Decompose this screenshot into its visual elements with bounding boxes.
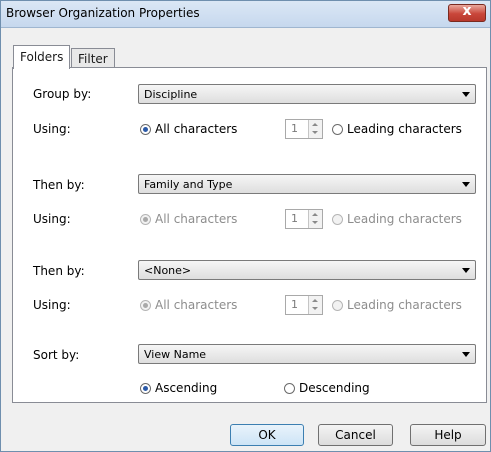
chevron-down-icon xyxy=(462,92,470,97)
then-by-select-2[interactable]: <None> xyxy=(138,260,476,280)
close-icon: x xyxy=(462,3,472,19)
then-by-value-1: Family and Type xyxy=(144,178,233,191)
then-by-label-1: Then by: xyxy=(33,178,85,192)
using-label-2: Using: xyxy=(33,212,71,226)
tab-folders[interactable]: Folders xyxy=(13,45,71,69)
then-by-select-1[interactable]: Family and Type xyxy=(138,174,476,194)
title-bar: Browser Organization Properties x xyxy=(1,1,490,28)
ascending-label: Ascending xyxy=(155,381,218,395)
sort-by-value: View Name xyxy=(144,348,207,361)
spinner-arrows-icon[interactable] xyxy=(308,120,322,138)
character-count-spinner-2[interactable]: 1 xyxy=(285,209,323,229)
leading-characters-label-1: Leading characters xyxy=(347,122,462,136)
character-count-value-1: 1 xyxy=(291,122,298,135)
leading-characters-label-3: Leading characters xyxy=(347,298,462,312)
window-title: Browser Organization Properties xyxy=(6,6,200,20)
then-by-value-2: <None> xyxy=(144,264,192,277)
leading-characters-label-2: Leading characters xyxy=(347,212,462,226)
chevron-down-icon xyxy=(462,268,470,273)
spinner-arrows-icon[interactable] xyxy=(308,210,322,228)
descending-label: Descending xyxy=(299,381,370,395)
character-count-spinner-1[interactable]: 1 xyxy=(285,119,323,139)
then-by-label-2: Then by: xyxy=(33,264,85,278)
leading-characters-radio-1[interactable] xyxy=(332,124,343,135)
descending-radio[interactable] xyxy=(284,383,295,394)
character-count-value-3: 1 xyxy=(291,298,298,311)
sort-by-label: Sort by: xyxy=(33,348,80,362)
all-characters-radio-2[interactable] xyxy=(140,214,151,225)
all-characters-label-3: All characters xyxy=(155,298,238,312)
all-characters-label-2: All characters xyxy=(155,212,238,226)
chevron-down-icon xyxy=(462,352,470,357)
all-characters-label-1: All characters xyxy=(155,122,238,136)
using-label-3: Using: xyxy=(33,298,71,312)
all-characters-radio-1[interactable] xyxy=(140,124,151,135)
sort-by-select[interactable]: View Name xyxy=(138,344,476,364)
all-characters-radio-3[interactable] xyxy=(140,300,151,311)
character-count-spinner-3[interactable]: 1 xyxy=(285,295,323,315)
using-label-1: Using: xyxy=(33,122,71,136)
spinner-arrows-icon[interactable] xyxy=(308,296,322,314)
tab-folders-label: Folders xyxy=(20,50,64,64)
cancel-button[interactable]: Cancel xyxy=(318,424,393,446)
character-count-value-2: 1 xyxy=(291,212,298,225)
group-by-label: Group by: xyxy=(33,87,92,101)
tab-filter[interactable]: Filter xyxy=(71,48,115,68)
close-button[interactable]: x xyxy=(448,3,486,22)
group-by-value: Discipline xyxy=(144,88,198,101)
leading-characters-radio-2[interactable] xyxy=(332,214,343,225)
ascending-radio[interactable] xyxy=(140,383,151,394)
ok-button[interactable]: OK xyxy=(230,424,304,446)
leading-characters-radio-3[interactable] xyxy=(332,300,343,311)
chevron-down-icon xyxy=(462,182,470,187)
tab-filter-label: Filter xyxy=(78,52,108,66)
group-by-select[interactable]: Discipline xyxy=(138,84,476,104)
help-button[interactable]: Help xyxy=(410,424,486,446)
